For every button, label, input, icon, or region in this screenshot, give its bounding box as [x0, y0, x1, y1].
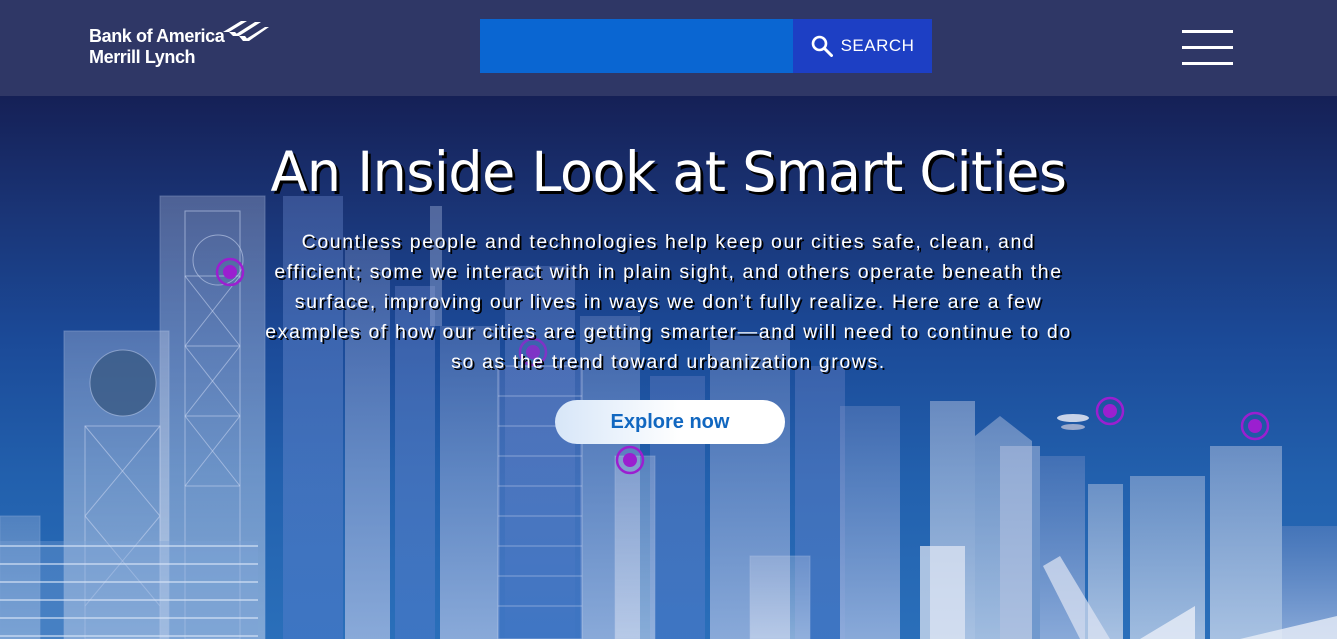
logo-text: Bank of America Merrill Lynch [89, 26, 225, 68]
search-button[interactable]: SEARCH [793, 19, 932, 73]
location-marker-icon [1240, 411, 1270, 441]
location-marker-icon [1095, 396, 1125, 426]
search-button-label: SEARCH [840, 36, 915, 55]
hero-title: An Inside Look at Smart Cities [270, 140, 1067, 204]
hamburger-menu-icon[interactable] [1182, 30, 1233, 65]
site-header: Bank of America Merrill Lynch SEARCH [0, 0, 1337, 96]
hero-description: Countless people and technologies help k… [265, 231, 1072, 373]
hero-banner: An Inside Look at Smart Cities Countless… [0, 96, 1337, 639]
striped-building [0, 541, 258, 639]
search-input[interactable] [480, 19, 793, 73]
logo-line-2: Merrill Lynch [89, 47, 196, 67]
drone-icon [1057, 414, 1089, 430]
search-bar: SEARCH [480, 19, 932, 73]
bank-of-america-merrill-lynch-logo[interactable]: Bank of America Merrill Lynch [89, 20, 279, 70]
search-icon [811, 35, 833, 57]
logo-line-1: Bank of America [89, 26, 225, 46]
flag-icon [223, 21, 269, 41]
explore-now-button[interactable]: Explore now [555, 400, 785, 444]
